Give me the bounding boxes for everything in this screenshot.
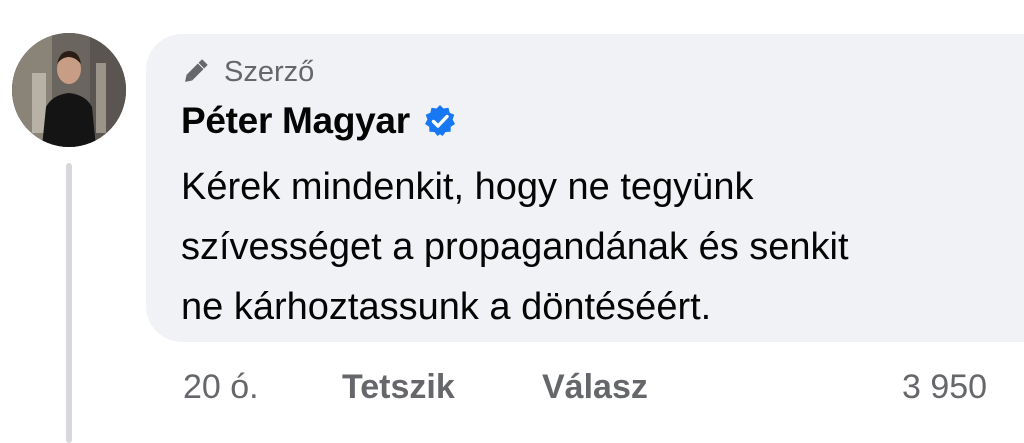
verified-badge-icon xyxy=(422,103,458,139)
comment-timestamp[interactable]: 20 ó. xyxy=(183,362,259,412)
avatar[interactable] xyxy=(12,33,126,147)
comment-text-line: szívességet a propagandának és senkit xyxy=(181,226,849,268)
reply-button[interactable]: Válasz xyxy=(542,362,648,412)
author-badge-label: Szerző xyxy=(224,55,315,88)
like-button[interactable]: Tetszik xyxy=(342,362,455,412)
pen-icon xyxy=(180,57,210,87)
author-badge: Szerző xyxy=(180,54,314,90)
thread-line xyxy=(66,163,72,443)
reaction-count[interactable]: 3 950 xyxy=(902,362,987,412)
author-name[interactable]: Péter Magyar xyxy=(181,100,410,142)
comment-text: Kérek mindenkit, hogy ne tegyünk szívess… xyxy=(181,157,1021,337)
comment-text-line: Kérek mindenkit, hogy ne tegyünk xyxy=(181,166,754,208)
comment-text-line: ne kárhoztassunk a döntéséért. xyxy=(181,286,712,328)
